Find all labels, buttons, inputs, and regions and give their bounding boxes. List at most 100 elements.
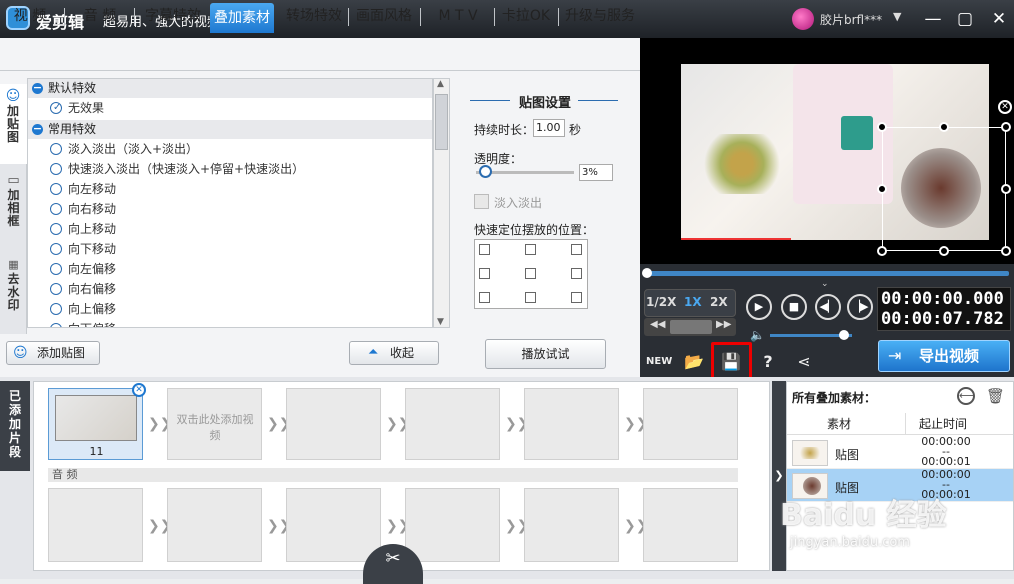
tab-audio[interactable]: 音 频	[72, 0, 128, 33]
resize-handle[interactable]	[939, 246, 949, 256]
tab-subtitle-effects[interactable]: 字幕特效	[140, 0, 206, 33]
collapse-button[interactable]: ⏶ 收起	[349, 341, 439, 365]
audio-slot[interactable]	[524, 488, 619, 562]
duration-input[interactable]: 1.00	[533, 119, 565, 137]
tab-separator	[558, 8, 559, 26]
position-bottom-left[interactable]	[479, 292, 490, 303]
play-try-button[interactable]: 播放试试	[485, 339, 606, 369]
clip-caption: 11	[89, 445, 104, 458]
tab-karaoke[interactable]: 卡拉OK	[498, 0, 554, 33]
scroll-up-icon[interactable]: ▲	[437, 79, 444, 89]
audio-slot[interactable]	[167, 488, 262, 562]
position-bottom-center[interactable]	[525, 292, 536, 303]
speed-1x[interactable]: 1X	[684, 295, 702, 309]
tab-video[interactable]: 视 频	[2, 0, 58, 33]
playback-progress-bar[interactable]	[645, 271, 1009, 276]
speed-half[interactable]: 1/2X	[646, 295, 676, 309]
resize-handle[interactable]	[1001, 122, 1011, 132]
zoom-slider[interactable]	[670, 320, 712, 334]
tab-transition-effects[interactable]: 转场特效	[282, 0, 346, 33]
add-sticker-button[interactable]: ☺ 添加贴图	[6, 341, 100, 365]
radio-icon	[50, 203, 62, 215]
resize-handle[interactable]	[1001, 184, 1011, 194]
collapse-icon[interactable]: −	[32, 123, 43, 135]
collapse-icon[interactable]: −	[32, 82, 43, 94]
panel-toggle-icon[interactable]: ❯	[772, 381, 786, 571]
tab-overlay-material[interactable]: 叠加素材	[210, 3, 274, 33]
minimize-icon[interactable]: —	[920, 6, 946, 32]
smiley-plus-icon: ☺	[5, 88, 21, 104]
new-project-icon[interactable]: NEW	[646, 350, 672, 374]
play-icon[interactable]: ▶	[746, 294, 772, 320]
empty-clip-slot[interactable]	[405, 388, 500, 460]
position-top-left[interactable]	[479, 244, 490, 255]
position-top-right[interactable]	[571, 244, 582, 255]
resize-handle[interactable]	[877, 122, 887, 132]
resize-handle[interactable]	[939, 122, 949, 132]
resize-handle[interactable]	[877, 184, 887, 194]
empty-clip-slot[interactable]	[286, 388, 381, 460]
side-tab-add-frame[interactable]: ▭ 加相框	[0, 174, 27, 244]
stop-icon[interactable]: ■	[781, 294, 807, 320]
volume-slider-handle[interactable]	[838, 330, 849, 340]
maximize-icon[interactable]: ▢	[952, 6, 978, 32]
audio-slot[interactable]	[405, 488, 500, 562]
user-dropdown-icon[interactable]: ▼	[893, 10, 901, 23]
user-name[interactable]: 胶片brfl***	[820, 11, 882, 28]
position-middle-right[interactable]	[571, 268, 582, 279]
empty-clip-slot[interactable]	[643, 388, 738, 460]
tab-picture-style[interactable]: 画面风格	[352, 0, 416, 33]
empty-clip-slot[interactable]	[524, 388, 619, 460]
overlay-name: 贴图	[835, 448, 860, 462]
side-tab-add-sticker[interactable]: ☺ 加贴图	[0, 84, 27, 164]
zoom-control[interactable]: ◀◀ ▶▶	[644, 318, 736, 336]
video-clip[interactable]: 11	[48, 388, 143, 460]
help-icon[interactable]: ?	[756, 350, 780, 374]
position-bottom-right[interactable]	[571, 292, 582, 303]
close-icon[interactable]: ✕	[986, 6, 1012, 32]
share-icon[interactable]: ⋖	[792, 350, 816, 374]
position-middle-left[interactable]	[479, 268, 490, 279]
tab-label: 已添加片段	[8, 389, 21, 459]
side-tab-remove-watermark[interactable]: ▦ 去水印	[0, 258, 27, 328]
remove-sticker-icon[interactable]: ✕	[998, 100, 1012, 114]
add-video-slot[interactable]: 双击此处添加视频	[167, 388, 262, 460]
playback-progress-handle[interactable]	[642, 268, 652, 278]
scroll-down-icon[interactable]: ▼	[437, 317, 444, 327]
audio-slot[interactable]	[286, 488, 381, 562]
overlay-time: 00:00:00 -- 00:00:01	[919, 436, 973, 467]
position-center[interactable]	[525, 268, 536, 279]
sticker-selection-box[interactable]	[882, 127, 1006, 251]
current-time: 00:00:00.000	[881, 289, 1004, 309]
position-top-center[interactable]	[525, 244, 536, 255]
resize-handle[interactable]	[1001, 246, 1011, 256]
trash-icon[interactable]: 🗑	[986, 387, 1005, 405]
overlay-row[interactable]: 贴图 00:00:00 -- 00:00:01	[787, 436, 1013, 469]
speed-2x[interactable]: 2X	[710, 295, 728, 309]
added-clips-tab[interactable]: 已添加片段	[0, 381, 30, 471]
tab-upgrade-service[interactable]: 升级与服务	[562, 0, 638, 33]
remove-clip-icon[interactable]: ✕	[132, 383, 146, 397]
audio-slot[interactable]	[48, 488, 143, 562]
next-frame-icon[interactable]: ▕▶	[847, 294, 873, 320]
effect-group-header[interactable]: − 默认特效	[28, 79, 432, 98]
scrollbar-thumb[interactable]	[435, 94, 448, 150]
audio-track-header: 音 频	[48, 468, 738, 482]
opacity-slider-handle[interactable]	[478, 165, 492, 178]
volume-icon[interactable]: 🔈	[750, 328, 765, 342]
forward-icon[interactable]: ▶▶	[716, 319, 731, 330]
prev-frame-icon[interactable]: ◀▏	[815, 294, 841, 320]
effect-group-header[interactable]: − 常用特效	[28, 120, 432, 139]
user-avatar[interactable]	[792, 8, 814, 30]
effect-label: 向上移动	[68, 222, 117, 236]
open-folder-icon[interactable]: 📂	[682, 350, 706, 374]
audio-slot[interactable]	[643, 488, 738, 562]
fade-checkbox[interactable]	[474, 194, 489, 209]
chevron-down-icon[interactable]: ⌄	[821, 279, 829, 289]
rewind-icon[interactable]: ◀◀	[650, 319, 665, 330]
tab-mtv[interactable]: M T V	[426, 0, 490, 33]
resize-handle[interactable]	[877, 246, 887, 256]
back-icon[interactable]: ⟵	[957, 387, 975, 405]
tab-separator	[494, 8, 495, 26]
opacity-input[interactable]: 3%	[579, 164, 613, 181]
